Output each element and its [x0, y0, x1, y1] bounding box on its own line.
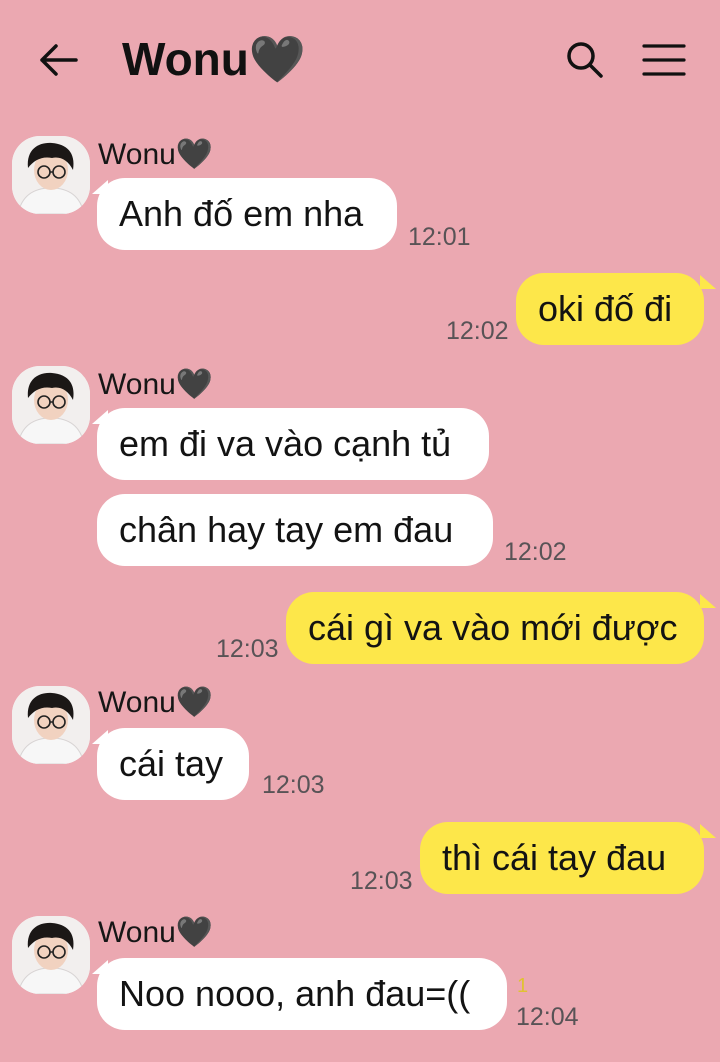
avatar[interactable]: [12, 686, 90, 764]
bubble-tail: [700, 594, 716, 608]
message-bubble-outgoing[interactable]: oki đố đi: [516, 273, 704, 345]
bubble-tail: [700, 824, 716, 838]
message-time: 12:03: [262, 771, 325, 799]
hamburger-menu-icon: [642, 44, 686, 76]
search-button[interactable]: [560, 36, 610, 84]
message-time: 12:03: [216, 635, 279, 663]
chat-header: Wonu🖤: [0, 0, 720, 120]
message-bubble-incoming[interactable]: Noo nooo, anh đau=((: [97, 958, 507, 1030]
avatar[interactable]: [12, 366, 90, 444]
unread-count: 1: [517, 975, 529, 997]
message-bubble-incoming[interactable]: cái tay: [97, 728, 249, 800]
message-bubble-incoming[interactable]: Anh đố em nha: [97, 178, 397, 250]
message-bubble-incoming[interactable]: chân hay tay em đau: [97, 494, 493, 566]
message-time: 12:03: [350, 867, 413, 895]
message-time: 12:01: [408, 223, 471, 251]
message-bubble-incoming[interactable]: em đi va vào cạnh tủ: [97, 408, 489, 480]
message-time: 12:02: [504, 538, 567, 566]
profile-photo-icon: [12, 686, 90, 764]
chat-title: Wonu🖤: [122, 33, 307, 85]
message-time: 12:02: [446, 317, 509, 345]
back-button[interactable]: [32, 38, 84, 82]
profile-photo-icon: [12, 366, 90, 444]
message-bubble-outgoing[interactable]: cái gì va vào mới được: [286, 592, 704, 664]
profile-photo-icon: [12, 916, 90, 994]
menu-button[interactable]: [638, 36, 690, 84]
sender-name: Wonu🖤: [98, 138, 214, 171]
message-time: 12:04: [516, 1003, 579, 1031]
arrow-left-icon: [40, 44, 78, 76]
profile-photo-icon: [12, 136, 90, 214]
sender-name: Wonu🖤: [98, 916, 214, 949]
avatar[interactable]: [12, 136, 90, 214]
bubble-tail: [700, 275, 716, 289]
sender-name: Wonu🖤: [98, 686, 214, 719]
message-bubble-outgoing[interactable]: thì cái tay đau: [420, 822, 704, 894]
avatar[interactable]: [12, 916, 90, 994]
sender-name: Wonu🖤: [98, 368, 214, 401]
search-icon: [567, 42, 603, 78]
